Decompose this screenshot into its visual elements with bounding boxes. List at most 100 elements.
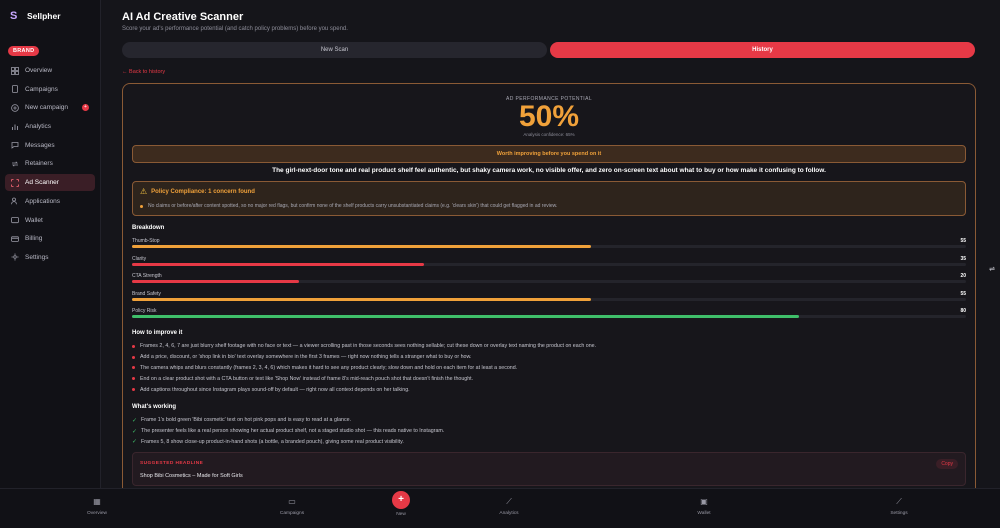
policy-item: No claims or before/after content spotte… [140,203,557,209]
list-item-text: Frame 1's bold green 'Bibi cosmetic' tex… [141,417,352,424]
verdict-banner: Worth improving before you spend on it [132,145,966,163]
improve-list: Frames 2, 4, 6, 7 are just blurry shelf … [132,341,966,395]
bottom-nav-wallet[interactable]: ▣ Wallet [684,497,724,516]
sidebar-nav: Overview Campaigns New campaign + Analyt… [5,62,95,268]
policy-compliance-box: ⚠ Policy Compliance: 1 concern found No … [132,181,966,216]
list-item: End on a clear product shot with a CTA b… [132,373,966,384]
sidebar-item-overview[interactable]: Overview [5,62,95,79]
metric-fill [132,262,424,266]
bullet-icon [140,204,143,208]
bottom-nav-settings[interactable]: ⟋ Settings [879,497,919,516]
settings-icon [11,253,19,261]
card-icon [11,236,19,242]
sidebar: S Sellpher BRAND Overview Campaigns New … [0,0,101,488]
metric-label: Brand Safety [132,290,161,297]
sidebar-item-label: Wallet [25,216,43,224]
metric-value: 55 [960,290,966,297]
users-icon [11,197,17,205]
wallet-icon: ▣ [700,497,708,506]
sidebar-item-retainers[interactable]: Retainers [5,155,95,172]
accessibility-widget-icon[interactable]: ⇌ [989,265,995,273]
list-item-text: Frames 2, 4, 6, 7 are just blurry shelf … [140,343,597,350]
sidebar-item-label: Billing [25,235,43,243]
sidebar-item-applications[interactable]: Applications [5,193,95,210]
metric-label: Thumb-Stop [132,238,160,244]
policy-title-row: ⚠ Policy Compliance: 1 concern found [140,187,255,196]
metric-track [132,262,966,266]
sidebar-item-analytics[interactable]: Analytics [5,118,95,135]
sidebar-item-billing[interactable]: Billing [5,230,95,247]
app-name: Sellpher [27,11,61,21]
bullet-icon [132,366,135,370]
sidebar-item-new-campaign[interactable]: New campaign + [5,99,95,116]
sidebar-item-messages[interactable]: Messages [5,137,95,154]
bottom-nav-analytics[interactable]: ⟋ Analytics [489,497,529,516]
metric-track [132,315,966,318]
metric-fill [132,315,800,318]
file-icon [12,85,18,94]
list-item-text: End on a clear product shot with a CTA b… [140,375,474,382]
metric-fill [132,280,299,283]
metric-value: 55 [960,238,966,244]
suggested-headline-box: SUGGESTED HEADLINE Shop Bibi Cosmetics –… [132,452,966,486]
brand[interactable]: S Sellpher [10,10,61,22]
file-icon: ▭ [288,497,296,506]
page-title: AI Ad Creative Scanner [122,11,244,23]
grid-icon: ▦ [93,497,101,506]
new-fab-label: New [396,512,406,517]
metric-track [132,280,966,283]
settings-icon: ⟋ [896,497,902,506]
metric-row: Policy Risk 80 [132,308,966,320]
plus-icon: + [398,494,404,505]
brand-badge[interactable]: BRAND [8,46,40,56]
list-item: The camera whips and blurs constantly (f… [132,363,966,374]
bottom-nav-overview[interactable]: ▦ Overview [77,497,117,516]
plus-circle-icon [11,104,19,112]
sidebar-item-label: New campaign [25,104,68,112]
improve-heading: How to improve it [132,330,183,336]
metric-value: 20 [960,273,966,279]
tab-history[interactable]: History [550,42,975,58]
metric-track [132,297,966,301]
sidebar-item-campaigns[interactable]: Campaigns [5,81,95,98]
list-item: Add a price, discount, or 'shop link in … [132,352,966,363]
check-icon: ✓ [132,417,138,424]
bottom-nav-campaigns[interactable]: ▭ Campaigns [272,497,312,516]
list-item: ✓ Frames 5, 8 show close-up product-in-ha… [132,437,966,448]
line-chart-icon: ⟋ [506,497,512,506]
back-to-history-link[interactable]: ← Back to history [122,69,165,75]
sidebar-item-settings[interactable]: Settings [5,249,95,266]
list-item: Frames 2, 4, 6, 7 are just blurry shelf … [132,341,966,352]
repeat-icon [12,161,18,167]
metric-label: CTA Strength [132,273,162,279]
metric-fill [132,297,591,301]
list-item: Add captions throughout since Instagram … [132,384,966,395]
analysis-confidence: Analysis confidence: 65% [523,132,575,137]
list-item: ✓ The presenter feels like a real person … [132,426,966,437]
sidebar-item-wallet[interactable]: Wallet [5,212,95,229]
metric-label: Policy Risk [132,308,157,314]
bullet-icon [132,355,135,359]
message-icon [11,142,19,150]
suggested-headline-text: Shop Bibi Cosmetics – Made for Soft Girl… [140,473,243,479]
list-item-text: Add a price, discount, or 'shop link in … [140,354,472,361]
sidebar-item-label: Ad Scanner [25,179,59,187]
sidebar-item-label: Applications [25,197,61,205]
bottom-nav: ▦ Overview ▭ Campaigns + New ⟋ Analytics… [0,488,1000,528]
performance-score: 50% [518,100,580,133]
bottom-nav-label: Settings [890,511,908,516]
bottom-nav-label: Campaigns [279,511,305,516]
copy-button[interactable]: Copy [936,459,958,469]
sidebar-item-ad-scanner[interactable]: Ad Scanner [5,174,95,192]
scan-icon [11,178,19,187]
metric-row: CTA Strength 20 [132,273,966,285]
metric-track [132,245,966,248]
new-fab-button[interactable]: + [392,491,410,509]
list-item: ✓ Frame 1's bold green 'Bibi cosmetic' te… [132,415,966,426]
working-heading: What's working [132,404,177,410]
list-item-text: The camera whips and blurs constantly (f… [140,364,518,371]
breakdown-heading: Breakdown [132,225,165,231]
bottom-nav-label: Analytics [499,511,519,516]
tab-new-scan[interactable]: New Scan [122,42,547,58]
sidebar-item-label: Overview [25,67,53,74]
